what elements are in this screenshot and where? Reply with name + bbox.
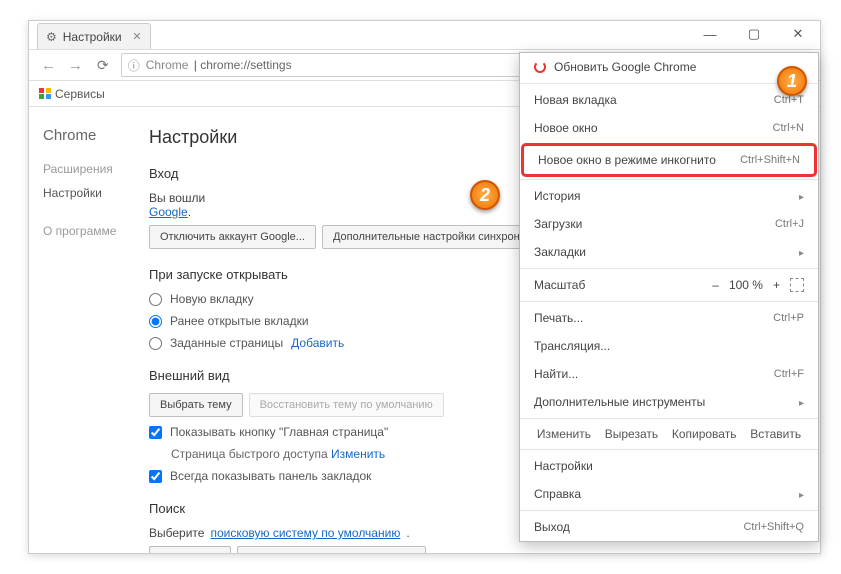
menu-downloads[interactable]: ЗагрузкиCtrl+J [520,210,818,238]
fullscreen-icon[interactable] [790,278,804,292]
menu-exit[interactable]: ВыходCtrl+Shift+Q [520,513,818,541]
menu-paste[interactable]: Вставить [750,427,801,441]
menu-update[interactable]: Обновить Google Chrome [520,53,818,81]
zoom-in-button[interactable]: + [773,278,780,292]
annotation-callout-1: 1 [777,66,807,96]
disconnect-button[interactable]: Отключить аккаунт Google... [149,225,316,249]
change-home-link[interactable]: Изменить [331,447,385,461]
minimize-button[interactable]: — [688,21,732,47]
menu-help[interactable]: Справка [520,480,818,508]
titlebar: ⚙ Настройки ✕ — ▢ ✕ [29,21,820,49]
choose-theme-button[interactable]: Выбрать тему [149,393,243,417]
close-tab-icon[interactable]: ✕ [132,30,141,43]
close-button[interactable]: ✕ [776,21,820,47]
login-text: Вы вошли [149,191,205,205]
sidebar-item-settings[interactable]: Настройки [43,186,149,200]
browser-tab[interactable]: ⚙ Настройки ✕ [37,23,151,49]
sidebar-item-extensions[interactable]: Расширения [43,162,149,176]
menu-cast[interactable]: Трансляция... [520,332,818,360]
apps-shortcut[interactable]: Сервисы [39,87,105,101]
reset-theme-button: Восстановить тему по умолчанию [249,393,444,417]
menu-bookmarks[interactable]: Закладки [520,238,818,266]
add-pages-link[interactable]: Добавить [291,336,344,350]
site-info-icon[interactable]: ⓘ [128,57,140,74]
sidebar-title: Chrome [43,127,149,144]
menu-tools[interactable]: Дополнительные инструменты [520,388,818,416]
zoom-out-button[interactable]: – [712,278,719,292]
menu-print[interactable]: Печать...Ctrl+P [520,304,818,332]
annotation-callout-2: 2 [470,180,500,210]
menu-history[interactable]: История [520,182,818,210]
zoom-value: 100 % [729,278,763,292]
default-search-link[interactable]: поисковую систему по умолчанию [210,526,400,540]
settings-sidebar: Chrome Расширения Настройки О программе [29,107,149,553]
apps-grid-icon [39,88,51,100]
menu-find[interactable]: Найти...Ctrl+F [520,360,818,388]
menu-incognito[interactable]: Новое окно в режиме инкогнитоCtrl+Shift+… [524,146,814,174]
tab-title: Настройки [63,30,122,44]
url-origin: Chrome [146,58,189,72]
url-path: chrome://settings [200,58,291,72]
manage-search-button[interactable]: Настроить поисковые системы... [237,546,426,553]
menu-cut[interactable]: Вырезать [605,427,658,441]
menu-edit-row: Изменить Вырезать Копировать Вставить [520,421,818,447]
nav-arrows: ← → [35,57,89,74]
back-icon[interactable]: ← [41,57,56,74]
chevron-right-icon [799,395,804,409]
account-link[interactable]: Google [149,205,188,219]
reload-icon[interactable]: ⟳ [89,57,117,74]
chevron-right-icon [799,487,804,501]
apps-label: Сервисы [55,87,105,101]
sidebar-item-about[interactable]: О программе [43,224,149,238]
window-controls: — ▢ ✕ [688,21,820,47]
gear-icon: ⚙ [46,30,57,44]
chevron-right-icon [799,189,804,203]
update-icon [534,61,546,73]
search-engine-select[interactable]: Google [149,546,231,553]
chevron-right-icon [799,245,804,259]
menu-copy[interactable]: Копировать [672,427,737,441]
main-menu-dropdown: Обновить Google Chrome Новая вкладкаCtrl… [519,52,819,542]
menu-settings[interactable]: Настройки [520,452,818,480]
menu-new-window[interactable]: Новое окноCtrl+N [520,114,818,142]
menu-new-tab[interactable]: Новая вкладкаCtrl+T [520,86,818,114]
menu-zoom: Масштаб – 100 % + [520,271,818,299]
maximize-button[interactable]: ▢ [732,21,776,47]
forward-icon[interactable]: → [68,57,83,74]
